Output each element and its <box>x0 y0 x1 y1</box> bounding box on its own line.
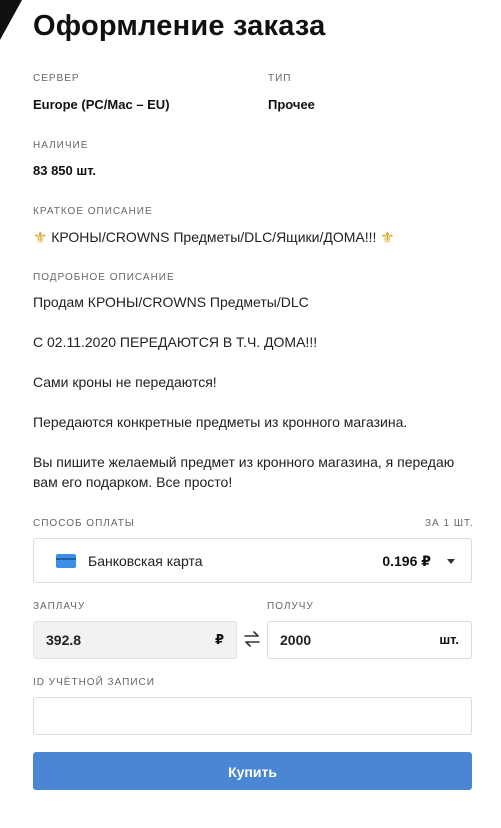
account-id-input[interactable] <box>34 698 471 734</box>
get-label: ПОЛУЧУ <box>267 601 314 612</box>
payment-method-label: Банковская карта <box>88 553 203 569</box>
account-id-field-wrapper <box>33 697 472 735</box>
short-desc-label: КРАТКОЕ ОПИСАНИЕ <box>33 206 153 217</box>
swap-arrows-icon[interactable] <box>243 631 261 647</box>
pay-amount-field[interactable]: 392.8 ₽ <box>33 621 237 659</box>
quantity-unit: шт. <box>439 632 459 647</box>
account-id-label: ID УЧЁТНОЙ ЗАПИСИ <box>33 677 155 688</box>
server-value: Europe (PC/Mac – EU) <box>33 97 170 112</box>
pay-amount-value: 392.8 <box>46 632 82 648</box>
currency-unit: ₽ <box>214 632 224 647</box>
type-label: ТИП <box>268 73 292 84</box>
fleur-de-lis-icon: ⚜ <box>33 230 48 247</box>
desc-paragraph: Передаются конкретные предметы из кронно… <box>33 414 408 430</box>
desc-paragraph: Продам КРОНЫ/CROWNS Предметы/DLC <box>33 294 309 310</box>
desc-paragraph: Сами кроны не передаются! <box>33 374 217 390</box>
pay-label: ЗАПЛАЧУ <box>33 601 86 612</box>
chevron-down-icon <box>447 559 455 564</box>
per-unit-label: ЗА 1 ШТ. <box>425 518 474 529</box>
long-desc: Продам КРОНЫ/CROWNS Предметы/DLC С 02.11… <box>33 292 473 512</box>
stock-label: НАЛИЧИЕ <box>33 140 89 151</box>
type-value: Прочее <box>268 97 315 112</box>
unit-price: 0.196 ₽ <box>382 553 431 569</box>
corner-decoration <box>0 0 22 40</box>
buy-button[interactable]: Купить <box>33 752 472 790</box>
server-label: СЕРВЕР <box>33 73 80 84</box>
payment-label: СПОСОБ ОПЛАТЫ <box>33 518 135 529</box>
stock-value: 83 850 шт. <box>33 163 97 178</box>
page-title: Оформление заказа <box>33 10 326 42</box>
short-desc-text: КРОНЫ/CROWNS Предметы/DLC/Ящики/ДОМА!!! <box>51 229 377 245</box>
desc-paragraph: С 02.11.2020 ПЕРЕДАЮТСЯ В Т.Ч. ДОМА!!! <box>33 334 318 350</box>
get-amount-field[interactable]: 2000 шт. <box>267 621 472 659</box>
bank-card-icon <box>56 554 76 568</box>
get-amount-value: 2000 <box>280 632 312 648</box>
long-desc-label: ПОДРОБНОЕ ОПИСАНИЕ <box>33 272 175 283</box>
desc-paragraph: Вы пишите желаемый предмет из кронного м… <box>33 454 455 490</box>
payment-method-select[interactable]: Банковская карта 0.196 ₽ <box>33 538 472 583</box>
fleur-de-lis-icon: ⚜ <box>380 230 395 247</box>
short-desc-value: ⚜ КРОНЫ/CROWNS Предметы/DLC/Ящики/ДОМА!!… <box>33 228 395 248</box>
